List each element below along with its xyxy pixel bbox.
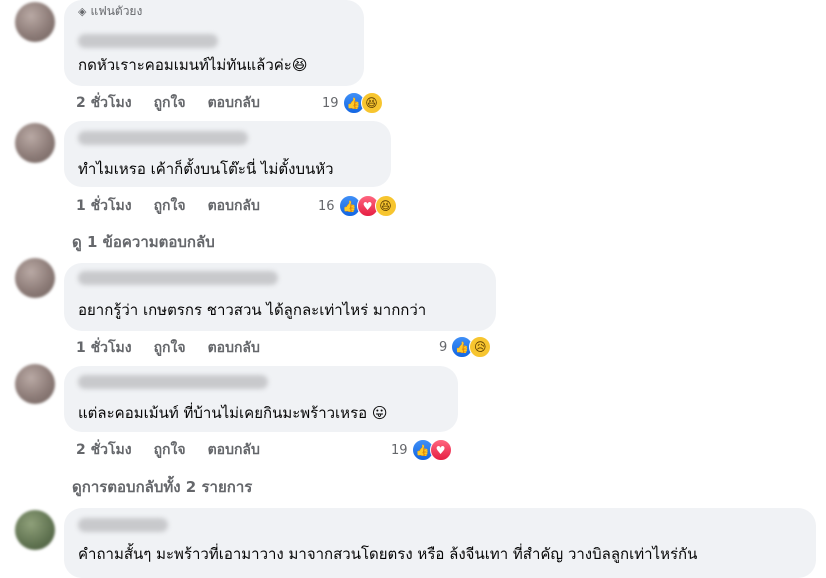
badge-label: แฟนตัวยง bbox=[90, 4, 143, 18]
comment-bubble: อยากรู้ว่า เกษตรกร ชาวสวน ได้ลูกละเท่าไห… bbox=[64, 263, 496, 331]
haha-icon: 😆 bbox=[374, 195, 397, 217]
view-replies-link[interactable]: ดู 1 ข้อความตอบกลับ bbox=[72, 230, 215, 254]
like-button[interactable]: ถูกใจ bbox=[154, 439, 186, 461]
reply-button[interactable]: ตอบกลับ bbox=[208, 92, 260, 114]
like-button[interactable]: ถูกใจ bbox=[154, 195, 186, 217]
commenter-avatar[interactable] bbox=[15, 123, 55, 163]
tongue-emoji: 😛 bbox=[371, 404, 388, 422]
top-fan-badge[interactable]: ◈ แฟนตัวยง bbox=[78, 2, 142, 21]
comment-actions: 1 ชั่วโมง ถูกใจ ตอบกลับ bbox=[76, 338, 282, 358]
comment-text: อยากรู้ว่า เกษตรกร ชาวสวน ได้ลูกละเท่าไห… bbox=[78, 301, 427, 319]
commenter-name[interactable] bbox=[78, 518, 168, 532]
comment-time[interactable]: 2 ชั่วโมง bbox=[76, 92, 132, 114]
diamond-icon: ◈ bbox=[78, 5, 87, 18]
comment-actions: 2 ชั่วโมง ถูกใจ ตอบกลับ bbox=[76, 440, 282, 460]
comment-text: แต่ละคอมเม้นท์ ที่บ้านไม่เคยกินมะพร้าวเห… bbox=[78, 404, 388, 422]
reaction-summary[interactable]: 19 👍 ♥ bbox=[391, 439, 452, 461]
reply-button[interactable]: ตอบกลับ bbox=[208, 195, 260, 217]
comment-time[interactable]: 2 ชั่วโมง bbox=[76, 439, 132, 461]
commenter-name[interactable] bbox=[78, 271, 278, 285]
comment-bubble: ทำไมเหรอ เค้าก็ตั้งบนโต๊ะนี่ ไม่ตั้งบนหั… bbox=[64, 121, 391, 187]
reaction-count: 9 bbox=[439, 339, 448, 355]
reaction-summary[interactable]: 19 👍 😆 bbox=[322, 92, 383, 114]
comment-text: ทำไมเหรอ เค้าก็ตั้งบนโต๊ะนี่ ไม่ตั้งบนหั… bbox=[78, 160, 334, 178]
reaction-count: 19 bbox=[391, 442, 408, 458]
commenter-name[interactable] bbox=[78, 131, 248, 145]
commenter-avatar[interactable] bbox=[15, 510, 55, 550]
reply-button[interactable]: ตอบกลับ bbox=[208, 337, 260, 359]
comment-actions: 2 ชั่วโมง ถูกใจ ตอบกลับ bbox=[76, 93, 282, 113]
comment-actions: 1 ชั่วโมง ถูกใจ ตอบกลับ bbox=[76, 196, 282, 216]
commenter-name[interactable] bbox=[78, 375, 268, 389]
reaction-summary[interactable]: 9 👍 😥 bbox=[439, 336, 492, 358]
reaction-summary[interactable]: 16 👍 ♥ 😆 bbox=[318, 195, 397, 217]
like-button[interactable]: ถูกใจ bbox=[154, 337, 186, 359]
commenter-avatar[interactable] bbox=[15, 364, 55, 404]
comment-bubble: ◈ แฟนตัวยง กดหัวเราะคอมเมนท์ไม่ทันแล้วค่… bbox=[64, 0, 364, 86]
like-button[interactable]: ถูกใจ bbox=[154, 92, 186, 114]
comment-time[interactable]: 1 ชั่วโมง bbox=[76, 337, 132, 359]
reaction-count: 19 bbox=[322, 95, 339, 111]
commenter-avatar[interactable] bbox=[15, 258, 55, 298]
love-icon: ♥ bbox=[429, 439, 452, 461]
comment-bubble: แต่ละคอมเม้นท์ ที่บ้านไม่เคยกินมะพร้าวเห… bbox=[64, 366, 458, 432]
sad-icon: 😥 bbox=[469, 336, 492, 358]
view-all-replies-link[interactable]: ดูการตอบกลับทั้ง 2 รายการ bbox=[72, 475, 252, 499]
haha-icon: 😆 bbox=[360, 92, 383, 114]
comment-time[interactable]: 1 ชั่วโมง bbox=[76, 195, 132, 217]
commenter-avatar[interactable] bbox=[15, 2, 55, 42]
commenter-name[interactable] bbox=[78, 34, 218, 48]
comment-text: กดหัวเราะคอมเมนท์ไม่ทันแล้วค่ะ😆 bbox=[78, 56, 308, 74]
reaction-count: 16 bbox=[318, 198, 335, 214]
laughing-emoji: 😆 bbox=[291, 56, 308, 74]
reply-button[interactable]: ตอบกลับ bbox=[208, 439, 260, 461]
comment-bubble: คำถามสั้นๆ มะพร้าวที่เอามาวาง มาจากสวนโด… bbox=[64, 508, 816, 578]
comment-text: คำถามสั้นๆ มะพร้าวที่เอามาวาง มาจากสวนโด… bbox=[78, 545, 698, 563]
